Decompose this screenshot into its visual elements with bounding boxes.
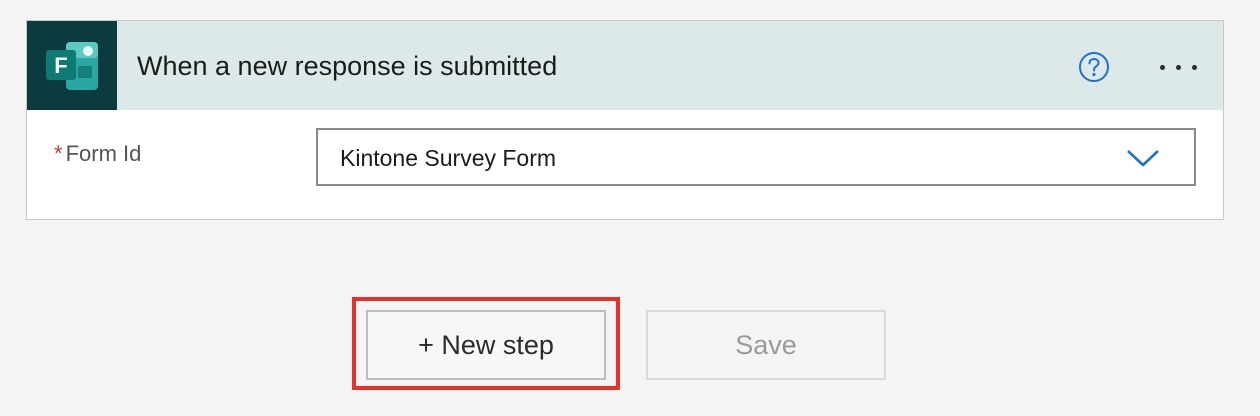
form-id-value: Kintone Survey Form (340, 145, 557, 171)
form-id-label-text: Form Id (65, 141, 142, 166)
required-marker: * (54, 141, 63, 166)
app-tile: F (27, 21, 117, 110)
more-options-button[interactable] (1155, 51, 1203, 83)
chevron-down-icon (1127, 150, 1159, 167)
new-step-button[interactable]: + New step (366, 310, 606, 380)
save-button[interactable]: Save (646, 310, 886, 380)
trigger-card-header[interactable]: F When a new response is submitted (27, 21, 1223, 110)
trigger-card: F When a new response is submitted * For… (26, 20, 1224, 220)
microsoft-forms-icon: F (46, 42, 98, 90)
app-icon-letter: F (54, 53, 67, 78)
form-id-label: * Form Id (54, 141, 141, 167)
trigger-title: When a new response is submitted (137, 51, 558, 81)
form-id-dropdown[interactable]: Kintone Survey Form (316, 128, 1196, 186)
flow-designer-canvas: F When a new response is submitted * For… (0, 0, 1260, 416)
question-circle-icon (1079, 52, 1109, 82)
help-button[interactable] (1078, 51, 1110, 83)
